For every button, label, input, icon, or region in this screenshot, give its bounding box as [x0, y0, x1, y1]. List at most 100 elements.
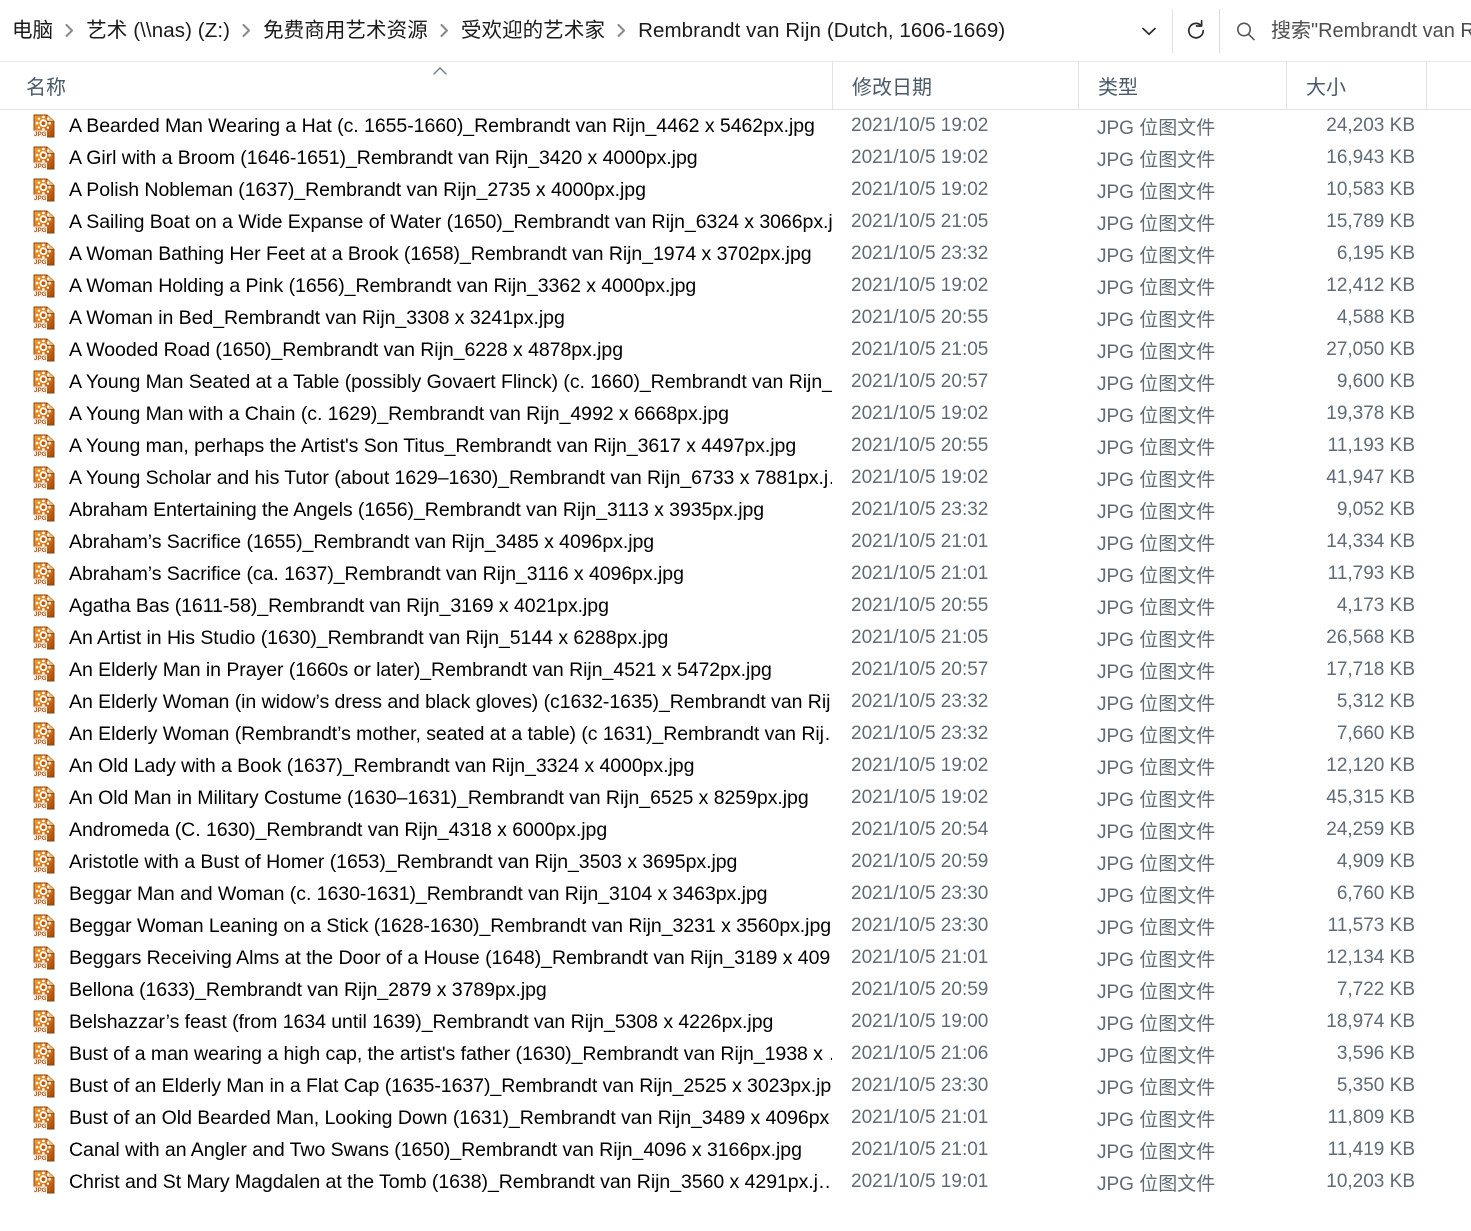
file-name-cell[interactable]: JPG Abraham Entertaining the Angels (1656…: [0, 494, 832, 526]
table-row[interactable]: JPG Andromeda (C. 1630)_Rembrandt van Rij…: [0, 814, 1471, 846]
table-row[interactable]: JPG Abraham’s Sacrifice (1655)_Rembrandt …: [0, 526, 1471, 558]
table-row[interactable]: JPG An Elderly Woman (in widow’s dress an…: [0, 686, 1471, 718]
table-row[interactable]: JPG A Girl with a Broom (1646-1651)_Rembr…: [0, 142, 1471, 174]
table-row[interactable]: JPG Bust of a man wearing a high cap, the…: [0, 1038, 1471, 1070]
search-box[interactable]: 搜索"Rembrandt van Rij: [1219, 9, 1471, 53]
file-name-cell[interactable]: JPG An Elderly Woman (in widow’s dress an…: [0, 686, 832, 718]
table-row[interactable]: JPG Agatha Bas (1611-58)_Rembrandt van Ri…: [0, 590, 1471, 622]
file-name-cell[interactable]: JPG Andromeda (C. 1630)_Rembrandt van Rij…: [0, 814, 832, 846]
file-name-cell[interactable]: JPG A Bearded Man Wearing a Hat (c. 1655-…: [0, 110, 832, 142]
table-row[interactable]: JPG Aristotle with a Bust of Homer (1653)…: [0, 846, 1471, 878]
file-name-label: An Artist in His Studio (1630)_Rembrandt…: [69, 627, 669, 649]
table-row[interactable]: JPG A Woman in Bed_Rembrandt van Rijn_330…: [0, 302, 1471, 334]
file-name-cell[interactable]: JPG Belshazzar’s feast (from 1634 until 1…: [0, 1006, 832, 1038]
file-name-cell[interactable]: JPG A Woman Holding a Pink (1656)_Rembran…: [0, 270, 832, 302]
table-row[interactable]: JPG A Young man, perhaps the Artist's Son…: [0, 430, 1471, 462]
jpg-file-icon: JPG: [33, 338, 55, 362]
table-row[interactable]: JPG A Polish Nobleman (1637)_Rembrandt va…: [0, 174, 1471, 206]
table-row[interactable]: JPG An Old Lady with a Book (1637)_Rembra…: [0, 750, 1471, 782]
breadcrumb-item-1[interactable]: 艺术 (\\nas) (Z:): [82, 16, 234, 46]
table-row[interactable]: JPG Abraham Entertaining the Angels (1656…: [0, 494, 1471, 526]
file-name-cell[interactable]: JPG An Elderly Woman (Rembrandt’s mother,…: [0, 718, 832, 750]
table-row[interactable]: JPG Bust of an Old Bearded Man, Looking D…: [0, 1102, 1471, 1134]
file-name-cell[interactable]: JPG An Old Lady with a Book (1637)_Rembra…: [0, 750, 832, 782]
column-header-date-modified[interactable]: 修改日期: [832, 61, 1078, 110]
search-input[interactable]: 搜索"Rembrandt van Rij: [1271, 18, 1471, 44]
file-name-cell[interactable]: JPG A Girl with a Broom (1646-1651)_Rembr…: [0, 142, 832, 174]
table-row[interactable]: JPG Bellona (1633)_Rembrandt van Rijn_287…: [0, 974, 1471, 1006]
breadcrumb-item-0[interactable]: 电脑: [8, 16, 57, 46]
table-row[interactable]: JPG Beggars Receiving Alms at the Door of…: [0, 942, 1471, 974]
breadcrumb-item-2[interactable]: 免费商用艺术资源: [259, 16, 432, 46]
file-name-cell[interactable]: JPG Abraham’s Sacrifice (1655)_Rembrandt …: [0, 526, 832, 558]
table-row[interactable]: JPG Belshazzar’s feast (from 1634 until 1…: [0, 1006, 1471, 1038]
file-name-cell[interactable]: JPG Canal with an Angler and Two Swans (1…: [0, 1134, 832, 1166]
table-row[interactable]: JPG An Old Man in Military Costume (1630–…: [0, 782, 1471, 814]
file-date-cell: 2021/10/5 23:30: [851, 915, 989, 936]
table-row[interactable]: JPG An Elderly Woman (Rembrandt’s mother,…: [0, 718, 1471, 750]
file-name-cell[interactable]: JPG Aristotle with a Bust of Homer (1653)…: [0, 846, 832, 878]
table-row[interactable]: JPG A Young Man with a Chain (c. 1629)_Re…: [0, 398, 1471, 430]
file-name-cell[interactable]: JPG A Polish Nobleman (1637)_Rembrandt va…: [0, 174, 832, 206]
file-name-cell[interactable]: JPG Beggar Man and Woman (c. 1630-1631)_R…: [0, 878, 832, 910]
table-row[interactable]: JPG An Artist in His Studio (1630)_Rembra…: [0, 622, 1471, 654]
file-name-label: Bust of an Old Bearded Man, Looking Down…: [69, 1107, 832, 1129]
table-row[interactable]: JPG A Woman Holding a Pink (1656)_Rembran…: [0, 270, 1471, 302]
table-row[interactable]: JPG Canal with an Angler and Two Swans (1…: [0, 1134, 1471, 1166]
file-name-cell[interactable]: JPG Bust of an Old Bearded Man, Looking D…: [0, 1102, 832, 1134]
file-name-cell[interactable]: JPG A Sailing Boat on a Wide Expanse of W…: [0, 206, 832, 238]
file-name-cell[interactable]: JPG An Old Man in Military Costume (1630–…: [0, 782, 832, 814]
file-name-label: A Woman in Bed_Rembrandt van Rijn_3308 x…: [69, 307, 565, 329]
table-row[interactable]: JPG An Elderly Man in Prayer (1660s or la…: [0, 654, 1471, 686]
file-name-cell[interactable]: JPG A Wooded Road (1650)_Rembrandt van Ri…: [0, 334, 832, 366]
table-row[interactable]: JPG A Wooded Road (1650)_Rembrandt van Ri…: [0, 334, 1471, 366]
table-row[interactable]: JPG A Bearded Man Wearing a Hat (c. 1655-…: [0, 110, 1471, 142]
file-list[interactable]: JPG A Bearded Man Wearing a Hat (c. 1655-…: [0, 110, 1471, 1198]
table-row[interactable]: JPG A Sailing Boat on a Wide Expanse of W…: [0, 206, 1471, 238]
table-row[interactable]: JPG Beggar Man and Woman (c. 1630-1631)_R…: [0, 878, 1471, 910]
file-name-cell[interactable]: JPG A Young man, perhaps the Artist's Son…: [0, 430, 832, 462]
column-header-name[interactable]: 名称: [0, 62, 832, 110]
breadcrumb-separator-icon: [432, 23, 457, 38]
table-row[interactable]: JPG Christ and St Mary Magdalen at the To…: [0, 1166, 1471, 1198]
file-name-label: Bust of a man wearing a high cap, the ar…: [69, 1043, 832, 1065]
breadcrumb-item-4[interactable]: Rembrandt van Rijn (Dutch, 1606-1669): [634, 16, 1009, 46]
table-row[interactable]: JPG A Woman Bathing Her Feet at a Brook (…: [0, 238, 1471, 270]
file-date-cell: 2021/10/5 21:01: [851, 1107, 989, 1128]
file-date-cell: 2021/10/5 19:02: [851, 755, 989, 776]
file-name-cell[interactable]: JPG A Young Man Seated at a Table (possib…: [0, 366, 832, 398]
jpg-file-icon: JPG: [33, 946, 55, 970]
file-name-cell[interactable]: JPG Bust of a man wearing a high cap, the…: [0, 1038, 832, 1070]
address-bar[interactable]: 电脑 艺术 (\\nas) (Z:) 免费商用艺术资源 受欢迎的艺术家 Rembrand…: [0, 0, 1471, 62]
table-row[interactable]: JPG A Young Man Seated at a Table (possib…: [0, 366, 1471, 398]
file-date-cell: 2021/10/5 21:05: [851, 211, 989, 232]
table-row[interactable]: JPG Beggar Woman Leaning on a Stick (1628…: [0, 910, 1471, 942]
svg-text:JPG: JPG: [34, 1155, 47, 1162]
file-name-cell[interactable]: JPG Agatha Bas (1611-58)_Rembrandt van Ri…: [0, 590, 832, 622]
refresh-icon[interactable]: [1173, 9, 1219, 53]
file-name-cell[interactable]: JPG Bust of an Elderly Man in a Flat Cap …: [0, 1070, 832, 1102]
file-date-cell: 2021/10/5 21:01: [851, 1139, 989, 1160]
svg-text:JPG: JPG: [34, 611, 47, 618]
file-name-cell[interactable]: JPG An Elderly Man in Prayer (1660s or la…: [0, 654, 832, 686]
chevron-down-icon[interactable]: [1126, 9, 1172, 53]
column-header-type[interactable]: 类型: [1078, 61, 1286, 110]
file-name-cell[interactable]: JPG Abraham’s Sacrifice (ca. 1637)_Rembra…: [0, 558, 832, 590]
column-header-size[interactable]: 大小: [1286, 61, 1426, 110]
file-name-cell[interactable]: JPG An Artist in His Studio (1630)_Rembra…: [0, 622, 832, 654]
file-name-cell[interactable]: JPG Beggar Woman Leaning on a Stick (1628…: [0, 910, 832, 942]
file-name-cell[interactable]: JPG Beggars Receiving Alms at the Door of…: [0, 942, 832, 974]
table-row[interactable]: JPG Bust of an Elderly Man in a Flat Cap …: [0, 1070, 1471, 1102]
file-name-cell[interactable]: JPG Christ and St Mary Magdalen at the To…: [0, 1166, 832, 1198]
table-row[interactable]: JPG A Young Scholar and his Tutor (about …: [0, 462, 1471, 494]
svg-text:JPG: JPG: [34, 547, 47, 554]
file-name-cell[interactable]: JPG A Woman in Bed_Rembrandt van Rijn_330…: [0, 302, 832, 334]
table-row[interactable]: JPG Abraham’s Sacrifice (ca. 1637)_Rembra…: [0, 558, 1471, 590]
file-name-cell[interactable]: JPG A Young Man with a Chain (c. 1629)_Re…: [0, 398, 832, 430]
breadcrumb[interactable]: 电脑 艺术 (\\nas) (Z:) 免费商用艺术资源 受欢迎的艺术家 Rembrand…: [0, 9, 1009, 53]
file-name-cell[interactable]: JPG Bellona (1633)_Rembrandt van Rijn_287…: [0, 974, 832, 1006]
file-name-cell[interactable]: JPG A Woman Bathing Her Feet at a Brook (…: [0, 238, 832, 270]
file-name-cell[interactable]: JPG A Young Scholar and his Tutor (about …: [0, 462, 832, 494]
breadcrumb-item-3[interactable]: 受欢迎的艺术家: [457, 16, 609, 46]
svg-text:JPG: JPG: [34, 291, 47, 298]
